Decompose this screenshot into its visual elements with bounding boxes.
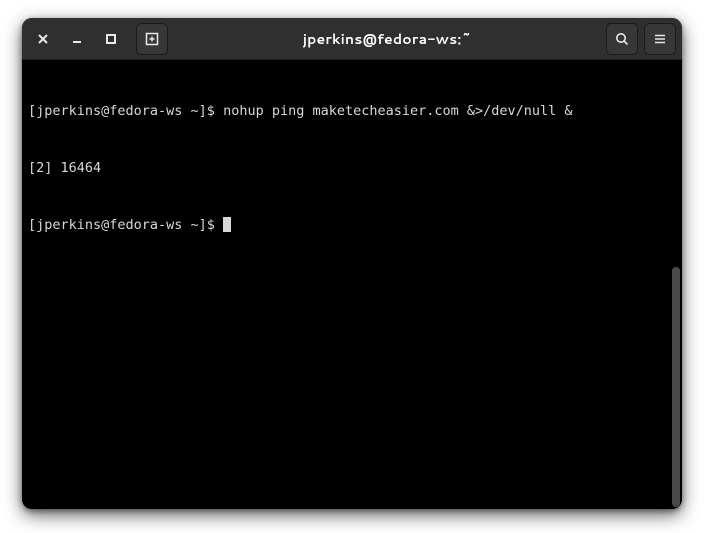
- scrollbar-thumb[interactable]: [672, 267, 680, 507]
- search-icon: [614, 31, 630, 47]
- new-tab-button[interactable]: [136, 23, 168, 55]
- maximize-icon: [104, 32, 118, 46]
- terminal-body[interactable]: [jperkins@fedora-ws ~]$ nohup ping maket…: [22, 60, 682, 509]
- titlebar-right-controls: [606, 23, 676, 55]
- window-title: jperkins@fedora-ws:~: [172, 29, 602, 49]
- new-tab-icon: [144, 31, 160, 47]
- close-icon: [36, 32, 50, 46]
- menu-button[interactable]: [644, 23, 676, 55]
- terminal-prompt-line: [jperkins@fedora-ws ~]$: [28, 216, 676, 235]
- terminal-window: jperkins@fedora-ws:~ [jperkins@fedora-ws…: [22, 18, 682, 509]
- scrollbar-track[interactable]: [670, 62, 680, 507]
- minimize-button[interactable]: [62, 24, 92, 54]
- titlebar: jperkins@fedora-ws:~: [22, 18, 682, 60]
- terminal-line: [2] 16464: [28, 159, 676, 178]
- terminal-prompt: [jperkins@fedora-ws ~]$: [28, 217, 223, 233]
- close-button[interactable]: [28, 24, 58, 54]
- minimize-icon: [70, 32, 84, 46]
- cursor-icon: [223, 217, 231, 232]
- terminal-line: [jperkins@fedora-ws ~]$ nohup ping maket…: [28, 102, 676, 121]
- search-button[interactable]: [606, 23, 638, 55]
- hamburger-icon: [652, 31, 668, 47]
- maximize-button[interactable]: [96, 24, 126, 54]
